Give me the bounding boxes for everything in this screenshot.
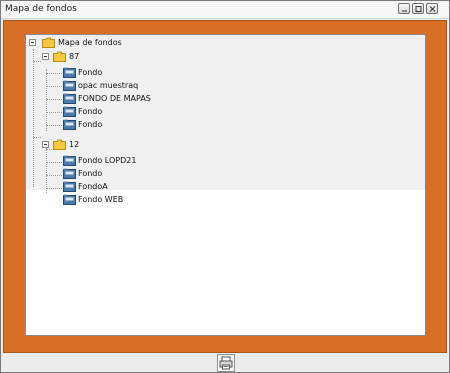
print-icon bbox=[219, 356, 233, 370]
print-button[interactable] bbox=[217, 354, 235, 372]
folder-icon bbox=[53, 139, 66, 150]
tree-item-label: Fondo bbox=[78, 68, 103, 77]
folder-icon bbox=[42, 37, 55, 48]
tree-item-label: Fondo bbox=[78, 107, 103, 116]
maximize-button[interactable] bbox=[412, 3, 424, 14]
tree-group-label: 87 bbox=[69, 52, 80, 61]
window-title: Mapa de fondos bbox=[5, 4, 77, 14]
tree-item-label: Fondo LOPD21 bbox=[78, 156, 137, 165]
database-icon bbox=[63, 194, 76, 205]
database-icon bbox=[63, 168, 76, 179]
minimize-button[interactable] bbox=[398, 3, 410, 14]
tree-item-row[interactable]: FONDO DE MAPAS bbox=[26, 93, 176, 105]
tree-item-row[interactable]: opac muestraq bbox=[26, 80, 176, 92]
tree-connector bbox=[33, 137, 41, 138]
collapse-toggle-group[interactable] bbox=[42, 53, 49, 60]
tree-item-label: Fondo WEB bbox=[78, 195, 124, 204]
database-icon bbox=[63, 106, 76, 117]
tree-item-label: FONDO DE MAPAS bbox=[78, 94, 151, 103]
tree-item-row[interactable]: FondoA bbox=[26, 181, 176, 193]
tree-item-row[interactable]: Fondo bbox=[26, 106, 176, 118]
tree-group-row[interactable]: 87 bbox=[26, 51, 106, 63]
tree-panel: Mapa de fondos 87 Fondo opac muestraq FO… bbox=[25, 34, 426, 336]
tree-group-row[interactable]: 12 bbox=[26, 139, 106, 151]
tree-item-row[interactable]: Fondo bbox=[26, 168, 176, 180]
close-button[interactable] bbox=[426, 3, 438, 14]
tree-item-row[interactable]: Fondo bbox=[26, 119, 176, 131]
close-icon bbox=[429, 6, 436, 12]
collapse-toggle-group[interactable] bbox=[42, 141, 49, 148]
tree-item-label: Fondo bbox=[78, 120, 103, 129]
tree-root-row[interactable]: Mapa de fondos bbox=[26, 37, 146, 49]
minimize-icon bbox=[402, 10, 407, 12]
collapse-toggle-root[interactable] bbox=[29, 39, 36, 46]
maximize-icon bbox=[415, 6, 422, 12]
database-icon bbox=[63, 119, 76, 130]
tree-item-label: FondoA bbox=[78, 182, 108, 191]
database-icon bbox=[63, 93, 76, 104]
tree-item-row[interactable]: Fondo WEB bbox=[26, 194, 176, 206]
database-icon bbox=[63, 181, 76, 192]
tree-item-label: opac muestraq bbox=[78, 81, 139, 90]
tree-item-row[interactable]: Fondo LOPD21 bbox=[26, 155, 176, 167]
tree-item-label: Fondo bbox=[78, 169, 103, 178]
database-icon bbox=[63, 80, 76, 91]
tree-root-label: Mapa de fondos bbox=[58, 38, 122, 47]
folder-icon bbox=[53, 51, 66, 62]
window-titlebar[interactable]: Mapa de fondos bbox=[1, 1, 449, 19]
database-icon bbox=[63, 155, 76, 166]
tree-item-row[interactable]: Fondo bbox=[26, 67, 176, 79]
tree-group-label: 12 bbox=[69, 140, 80, 149]
fondos-tree: Mapa de fondos 87 Fondo opac muestraq FO… bbox=[26, 35, 425, 205]
application-window: Mapa de fondos Mapa de fondos 87 Fondo o… bbox=[0, 0, 450, 373]
database-icon bbox=[63, 67, 76, 78]
